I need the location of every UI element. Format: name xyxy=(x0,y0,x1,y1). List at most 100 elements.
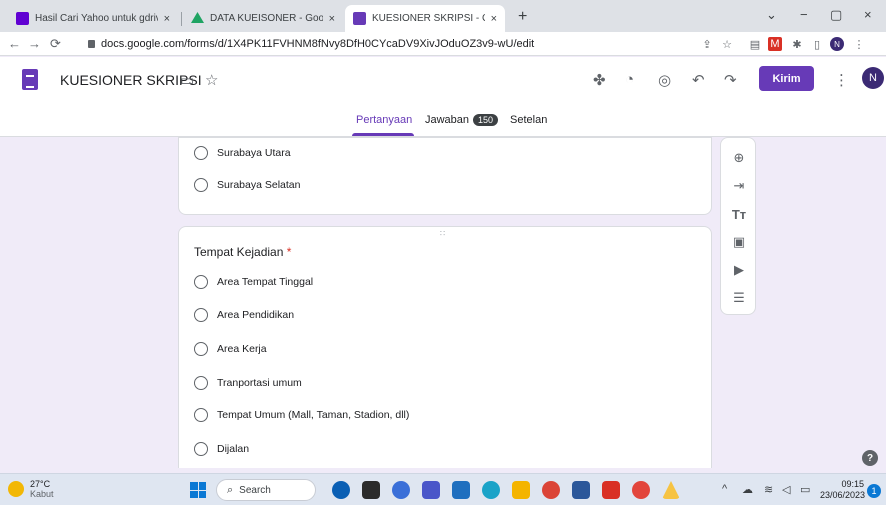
word-app-icon[interactable] xyxy=(572,481,590,499)
radio-button[interactable] xyxy=(194,146,208,160)
option-area-pendidikan[interactable]: Area Pendidikan xyxy=(194,308,294,322)
profile-avatar-icon[interactable]: N xyxy=(830,37,844,51)
forward-icon[interactable]: → xyxy=(28,36,41,51)
option-label: Area Kerja xyxy=(217,343,267,355)
send-button[interactable]: Kirim xyxy=(759,66,814,91)
addon-puzzle-icon[interactable]: ✤ xyxy=(593,71,606,89)
close-tab-icon[interactable]: × xyxy=(164,13,170,25)
tab-search-icon[interactable]: ⌄ xyxy=(766,7,777,23)
help-icon[interactable]: ? xyxy=(862,450,878,466)
tab-responses-label: Jawaban xyxy=(425,114,470,126)
google-forms-favicon-icon xyxy=(353,12,366,25)
add-title-icon[interactable]: Tт xyxy=(729,204,749,224)
temperature-label: 27°C xyxy=(30,479,51,489)
taskbar-search[interactable]: ⌕ Search xyxy=(216,479,316,501)
radio-button[interactable] xyxy=(194,275,208,289)
share-icon[interactable]: ⇪ xyxy=(700,37,714,51)
question-toolbar: ⊕ ⇥ Tт ▣ ▶ ☰ xyxy=(720,137,756,315)
taskbar-app-icon[interactable] xyxy=(452,481,470,499)
add-question-icon[interactable]: ⊕ xyxy=(729,148,749,168)
redo-icon[interactable]: ↷ xyxy=(724,71,737,89)
back-icon[interactable]: ← xyxy=(8,36,21,51)
radio-button[interactable] xyxy=(194,178,208,192)
battery-icon[interactable]: ▭ xyxy=(800,483,810,496)
weather-widget[interactable]: 27°C Kabut xyxy=(8,479,54,499)
add-image-icon[interactable]: ▣ xyxy=(729,232,749,252)
radio-button[interactable] xyxy=(194,408,208,422)
question-title: Tempat Kejadian * xyxy=(194,245,292,259)
weather-label: Kabut xyxy=(30,489,54,499)
taskbar-app-icon[interactable] xyxy=(362,481,380,499)
avatar[interactable]: N xyxy=(862,67,884,89)
browser-tab-yahoo[interactable]: Hasil Cari Yahoo untuk gdrive × xyxy=(8,5,178,32)
preview-eye-icon[interactable]: ◎ xyxy=(658,71,671,89)
windows-start-icon[interactable] xyxy=(190,482,206,498)
taskbar-app-icon[interactable] xyxy=(422,481,440,499)
onedrive-icon[interactable]: ☁ xyxy=(742,483,753,496)
tray-chevron-icon[interactable]: ^ xyxy=(722,483,727,495)
option-surabaya-utara[interactable]: Surabaya Utara xyxy=(194,146,291,160)
taskbar-app-icon[interactable] xyxy=(392,481,410,499)
undo-icon[interactable]: ↶ xyxy=(692,71,705,89)
new-tab-button[interactable]: + xyxy=(518,8,527,26)
form-tabs: Pertanyaan Jawaban 150 Setelan xyxy=(0,112,886,136)
palette-icon[interactable]: ◔ xyxy=(625,71,634,88)
option-dijalan[interactable]: Dijalan xyxy=(194,442,249,456)
url-field[interactable]: docs.google.com/forms/d/1X4PK11FVHNM8fNv… xyxy=(88,35,688,53)
volume-icon[interactable]: ◁ xyxy=(782,483,790,496)
option-label: Area Tempat Tinggal xyxy=(217,276,314,288)
extensions-puzzle-icon[interactable]: ✱ xyxy=(790,37,804,51)
extension-red-icon[interactable]: M xyxy=(768,37,782,51)
clock-time: 09:15 xyxy=(841,479,864,489)
option-surabaya-selatan[interactable]: Surabaya Selatan xyxy=(194,178,300,192)
import-questions-icon[interactable]: ⇥ xyxy=(729,176,749,196)
maximize-button[interactable]: ▢ xyxy=(830,7,842,23)
close-tab-icon[interactable]: × xyxy=(491,13,497,25)
question-card-tempat-kejadian[interactable]: ∷ Tempat Kejadian * Area Tempat Tinggal … xyxy=(178,226,712,468)
browser-menu-icon[interactable]: ⋮ xyxy=(852,37,866,51)
google-forms-logo-icon xyxy=(22,69,38,90)
bookmark-star-icon[interactable]: ☆ xyxy=(720,37,734,51)
browser-tab-forms[interactable]: KUESIONER SKRIPSI - Google For × xyxy=(345,5,505,32)
star-icon[interactable]: ☆ xyxy=(205,71,218,89)
question-card-previous[interactable]: Surabaya Utara Surabaya Selatan xyxy=(178,137,712,215)
minimize-button[interactable]: − xyxy=(800,7,808,22)
radio-button[interactable] xyxy=(194,442,208,456)
option-tempat-umum[interactable]: Tempat Umum (Mall, Taman, Stadion, dll) xyxy=(194,408,409,422)
taskbar-app-icon[interactable] xyxy=(332,481,350,499)
option-label: Tempat Umum (Mall, Taman, Stadion, dll) xyxy=(217,409,410,421)
browser-tab-drive[interactable]: DATA KUEISONER - Google Drive × xyxy=(183,5,343,32)
radio-button[interactable] xyxy=(194,342,208,356)
add-section-icon[interactable]: ☰ xyxy=(729,288,749,308)
file-explorer-icon[interactable] xyxy=(512,481,530,499)
wifi-icon[interactable]: ≋ xyxy=(764,483,773,496)
tab-questions[interactable]: Pertanyaan xyxy=(356,114,412,126)
side-panel-icon[interactable]: ▯ xyxy=(810,37,824,51)
more-options-icon[interactable]: ⋮ xyxy=(834,71,849,89)
chrome-profile-icon[interactable] xyxy=(632,481,650,499)
reload-icon[interactable]: ⟳ xyxy=(50,36,61,52)
clock-date: 23/06/2023 xyxy=(820,490,866,500)
extension-icon[interactable]: ▤ xyxy=(748,37,762,51)
edge-browser-icon[interactable] xyxy=(482,481,500,499)
system-clock[interactable]: 09:15 23/06/2023 xyxy=(820,479,866,501)
close-window-button[interactable]: × xyxy=(864,7,872,22)
option-area-tempat-tinggal[interactable]: Area Tempat Tinggal xyxy=(194,275,313,289)
option-area-kerja[interactable]: Area Kerja xyxy=(194,342,267,356)
url-text: docs.google.com/forms/d/1X4PK11FVHNM8fNv… xyxy=(101,38,535,50)
taskbar-app-icon[interactable] xyxy=(662,481,680,499)
radio-button[interactable] xyxy=(194,308,208,322)
option-tranportasi-umum[interactable]: Tranportasi umum xyxy=(194,376,302,390)
notification-badge[interactable]: 1 xyxy=(867,484,881,498)
add-video-icon[interactable]: ▶ xyxy=(729,260,749,280)
chrome-browser-icon[interactable] xyxy=(542,481,560,499)
pdf-reader-icon[interactable] xyxy=(602,481,620,499)
yahoo-favicon-icon xyxy=(16,12,29,25)
radio-button[interactable] xyxy=(194,376,208,390)
drag-handle-icon[interactable]: ∷ xyxy=(440,229,446,238)
close-tab-icon[interactable]: × xyxy=(329,13,335,25)
tab-responses[interactable]: Jawaban 150 xyxy=(425,114,499,126)
folder-icon[interactable]: ▭ xyxy=(180,71,194,89)
browser-tab-title: KUESIONER SKRIPSI - Google For xyxy=(372,13,485,24)
tab-settings[interactable]: Setelan xyxy=(510,114,547,126)
